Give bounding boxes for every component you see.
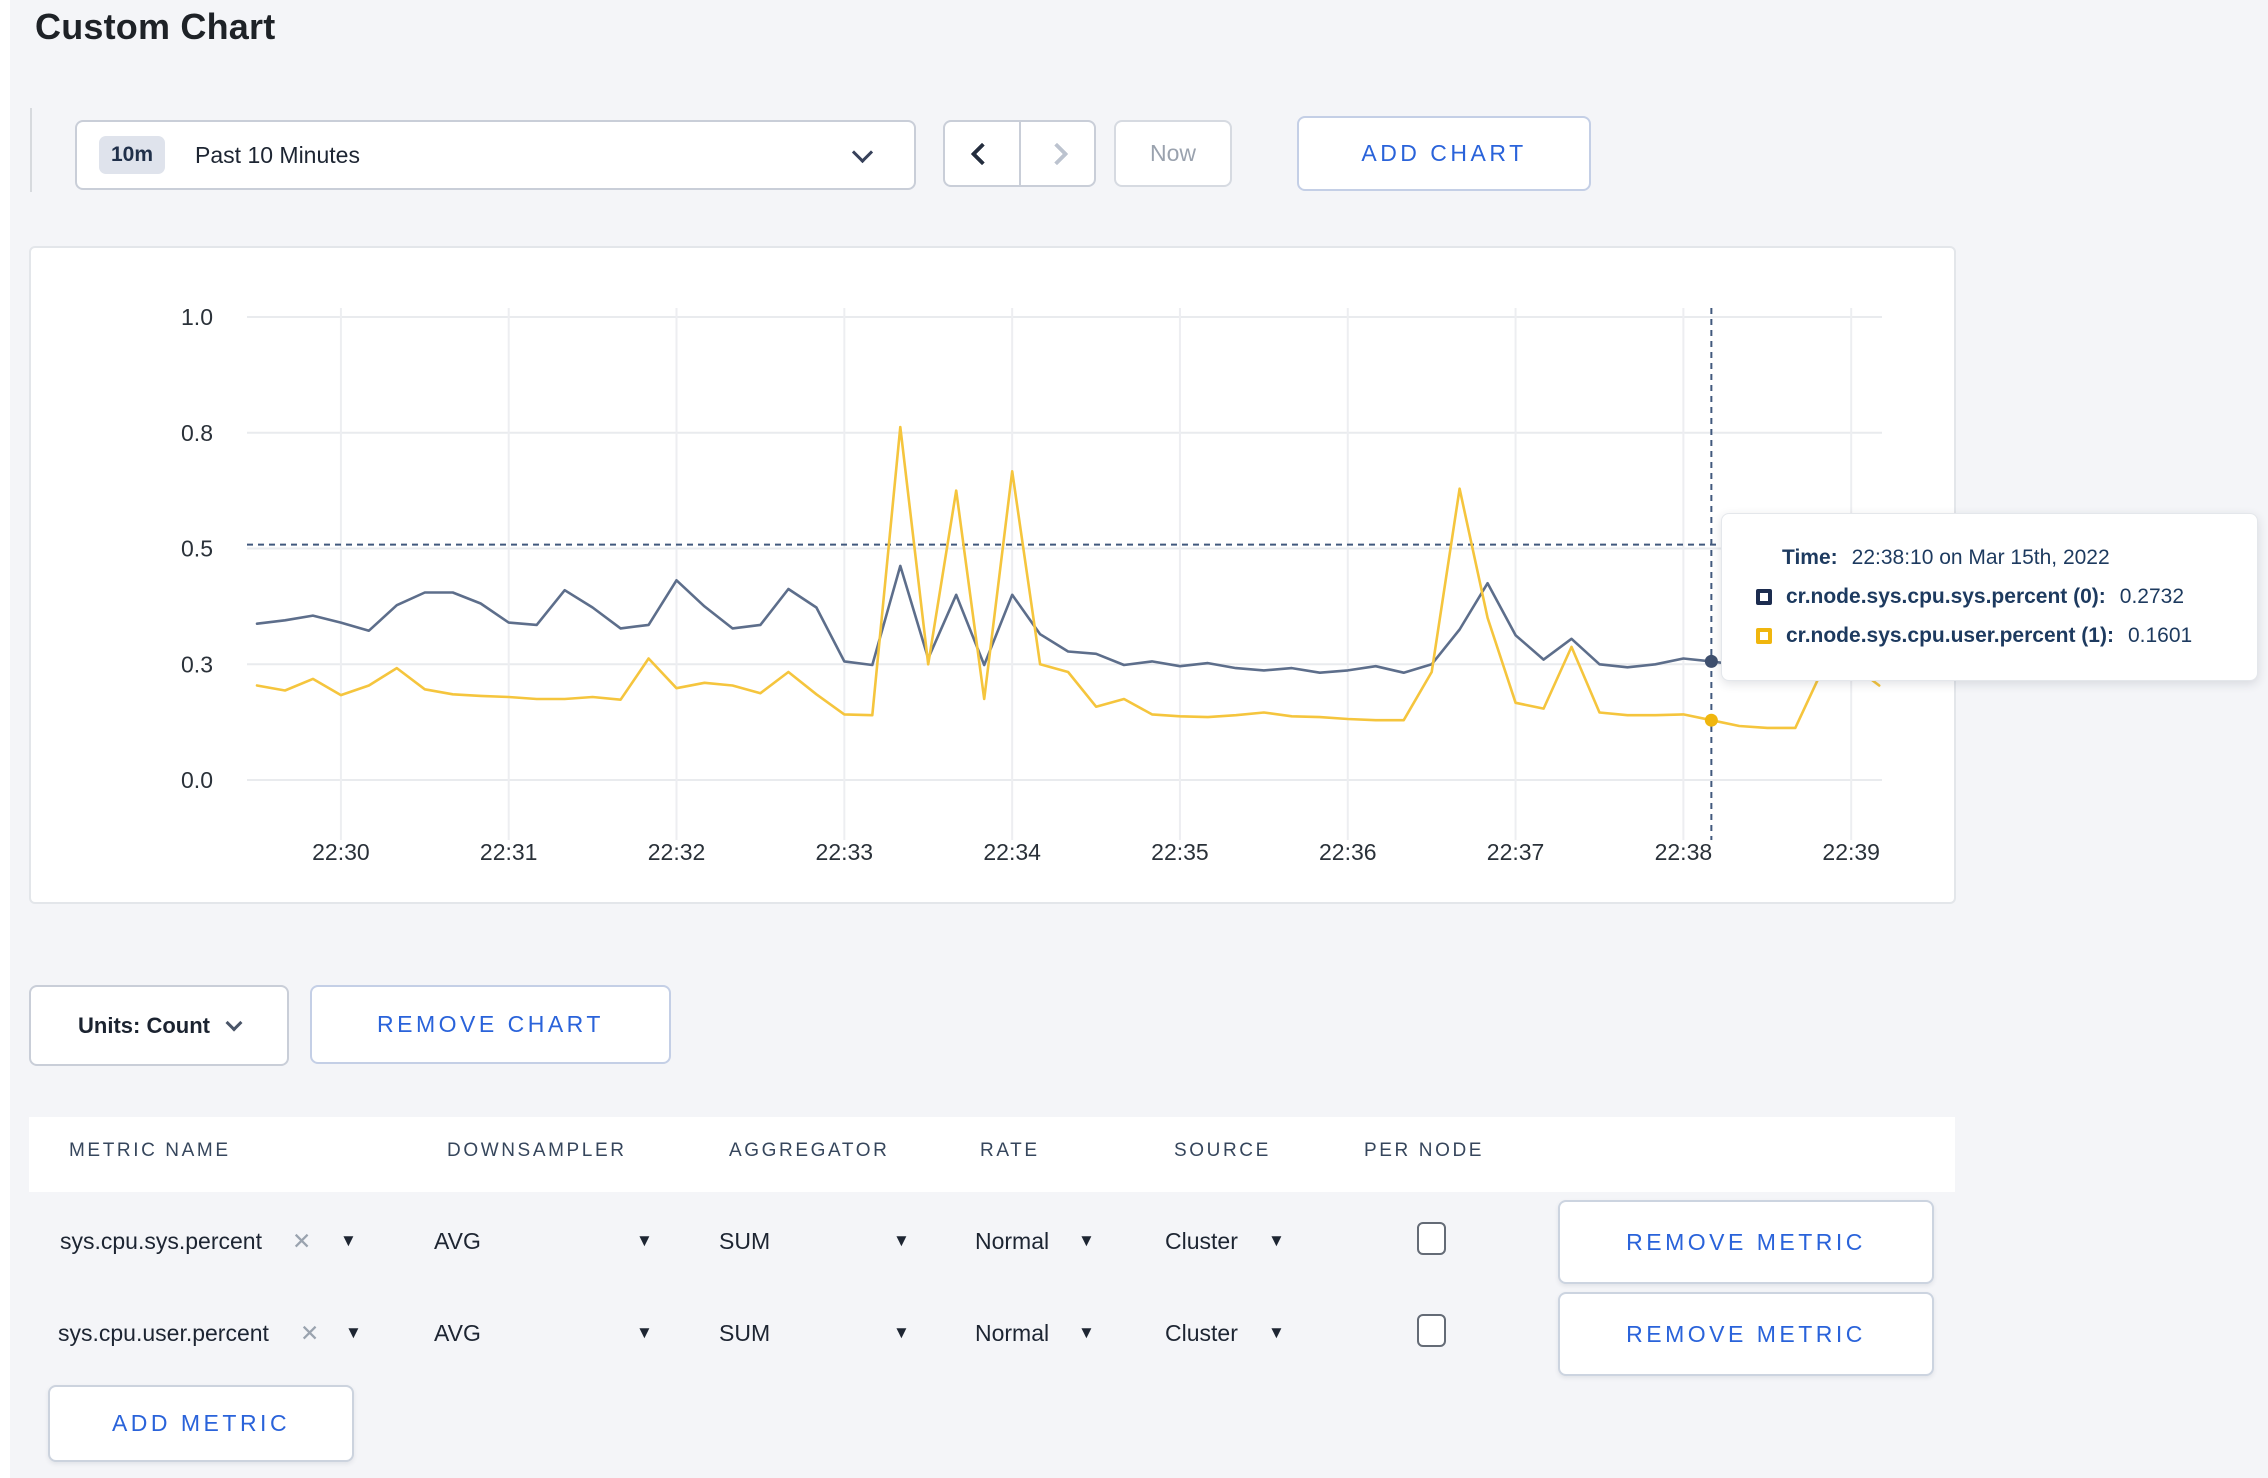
next-range-button[interactable] <box>1018 122 1095 185</box>
source-select[interactable]: Cluster <box>1165 1228 1238 1255</box>
col-header-source: SOURCE <box>1174 1140 1271 1161</box>
downsampler-select[interactable]: AVG <box>434 1320 481 1347</box>
now-button[interactable]: Now <box>1114 120 1232 187</box>
x-axis-tick-label: 22:37 <box>1487 839 1545 865</box>
units-label: Units: Count <box>78 1012 210 1038</box>
units-dropdown[interactable]: Units: Count <box>29 985 289 1066</box>
remove-metric-button[interactable]: REMOVE METRIC <box>1558 1292 1934 1376</box>
per-node-checkbox[interactable] <box>1417 1314 1446 1347</box>
y-axis-tick-label: 0.5 <box>181 536 213 562</box>
x-axis-tick-label: 22:38 <box>1655 839 1713 865</box>
x-axis-tick-label: 22:35 <box>1151 839 1209 865</box>
metric-name-value[interactable]: sys.cpu.user.percent <box>58 1320 269 1347</box>
source-select[interactable]: Cluster <box>1165 1320 1238 1347</box>
toolbar-divider <box>30 108 32 192</box>
tooltip-series-row: cr.node.sys.cpu.user.percent (1): 0.1601 <box>1756 624 2257 648</box>
chevron-down-icon <box>225 1014 243 1031</box>
caret-down-icon[interactable]: ▼ <box>340 1231 357 1251</box>
tooltip-series-value: 0.2732 <box>2119 585 2185 608</box>
col-header-downsampler: DOWNSAMPLER <box>447 1140 627 1161</box>
chevron-down-icon <box>851 141 874 164</box>
page-title: Custom Chart <box>35 6 276 47</box>
col-header-per-node: PER NODE <box>1364 1140 1485 1161</box>
tooltip-series-label: cr.node.sys.cpu.user.percent (1): <box>1786 624 2114 647</box>
col-header-metric-name: METRIC NAME <box>69 1140 231 1161</box>
per-node-checkbox[interactable] <box>1417 1222 1446 1255</box>
chevron-right-icon <box>1045 142 1069 165</box>
chart-tooltip: Time: 22:38:10 on Mar 15th, 2022 cr.node… <box>1721 513 2258 681</box>
aggregator-select[interactable]: SUM <box>719 1320 770 1347</box>
caret-down-icon[interactable]: ▼ <box>893 1323 910 1343</box>
caret-down-icon[interactable]: ▼ <box>636 1323 653 1343</box>
downsampler-select[interactable]: AVG <box>434 1228 481 1255</box>
add-metric-button[interactable]: ADD METRIC <box>48 1385 354 1462</box>
sys-series-swatch-icon <box>1756 589 1772 605</box>
tooltip-time-label: Time: <box>1782 546 1838 569</box>
caret-down-icon[interactable]: ▼ <box>1078 1231 1095 1251</box>
rate-select[interactable]: Normal <box>975 1320 1049 1347</box>
x-axis-tick-label: 22:32 <box>648 839 706 865</box>
prev-range-button[interactable] <box>945 122 1019 185</box>
left-gutter <box>0 0 10 1478</box>
tooltip-time-row: Time: 22:38:10 on Mar 15th, 2022 <box>1756 546 2257 570</box>
caret-down-icon[interactable]: ▼ <box>1268 1231 1285 1251</box>
col-header-rate: RATE <box>980 1140 1040 1161</box>
y-axis-tick-label: 0.8 <box>181 420 213 446</box>
time-range-label: Past 10 Minutes <box>195 141 360 168</box>
col-header-aggregator: AGGREGATOR <box>729 1140 890 1161</box>
caret-down-icon[interactable]: ▼ <box>636 1231 653 1251</box>
caret-down-icon[interactable]: ▼ <box>1268 1323 1285 1343</box>
y-axis-tick-label: 0.3 <box>181 651 213 677</box>
tooltip-series-value: 0.1601 <box>2127 624 2193 647</box>
rate-select[interactable]: Normal <box>975 1228 1049 1255</box>
x-axis-tick-label: 22:34 <box>983 839 1041 865</box>
y-axis-tick-label: 1.0 <box>181 304 213 330</box>
aggregator-select[interactable]: SUM <box>719 1228 770 1255</box>
line-chart[interactable]: 0.0 0.3 0.5 0.8 1.0 22:30 22:31 22:32 22:33 22:34… <box>31 248 1954 902</box>
caret-down-icon[interactable]: ▼ <box>1078 1323 1095 1343</box>
x-axis-tick-label: 22:30 <box>312 839 370 865</box>
user-series-swatch-icon <box>1756 628 1772 644</box>
time-range-dropdown[interactable]: 10m Past 10 Minutes <box>75 120 916 190</box>
chevron-left-icon <box>970 142 994 165</box>
caret-down-icon[interactable]: ▼ <box>345 1323 362 1343</box>
tooltip-series-label: cr.node.sys.cpu.sys.percent (0): <box>1786 585 2106 608</box>
remove-metric-button[interactable]: REMOVE METRIC <box>1558 1200 1934 1284</box>
chart-card: 0.0 0.3 0.5 0.8 1.0 22:30 22:31 22:32 22:33 22:34… <box>29 246 1956 904</box>
add-chart-button[interactable]: ADD CHART <box>1297 116 1591 191</box>
y-axis-tick-label: 0.0 <box>181 767 213 793</box>
series-line <box>255 425 1881 730</box>
metric-name-value[interactable]: sys.cpu.sys.percent <box>60 1228 262 1255</box>
clear-metric-icon[interactable]: ✕ <box>300 1320 319 1347</box>
x-axis-tick-label: 22:33 <box>816 839 874 865</box>
tooltip-series-row: cr.node.sys.cpu.sys.percent (0): 0.2732 <box>1756 585 2257 609</box>
tooltip-time-value: 22:38:10 on Mar 15th, 2022 <box>1851 546 2110 569</box>
x-axis-tick-label: 22:39 <box>1822 839 1880 865</box>
x-axis-tick-label: 22:36 <box>1319 839 1377 865</box>
remove-chart-button[interactable]: REMOVE CHART <box>310 985 671 1064</box>
clear-metric-icon[interactable]: ✕ <box>292 1228 311 1255</box>
x-axis-tick-label: 22:31 <box>480 839 538 865</box>
time-nav-group <box>943 120 1096 187</box>
time-range-badge: 10m <box>99 136 166 174</box>
caret-down-icon[interactable]: ▼ <box>893 1231 910 1251</box>
series-line <box>255 564 1881 675</box>
hover-point <box>1704 654 1718 668</box>
hover-point <box>1704 713 1718 727</box>
